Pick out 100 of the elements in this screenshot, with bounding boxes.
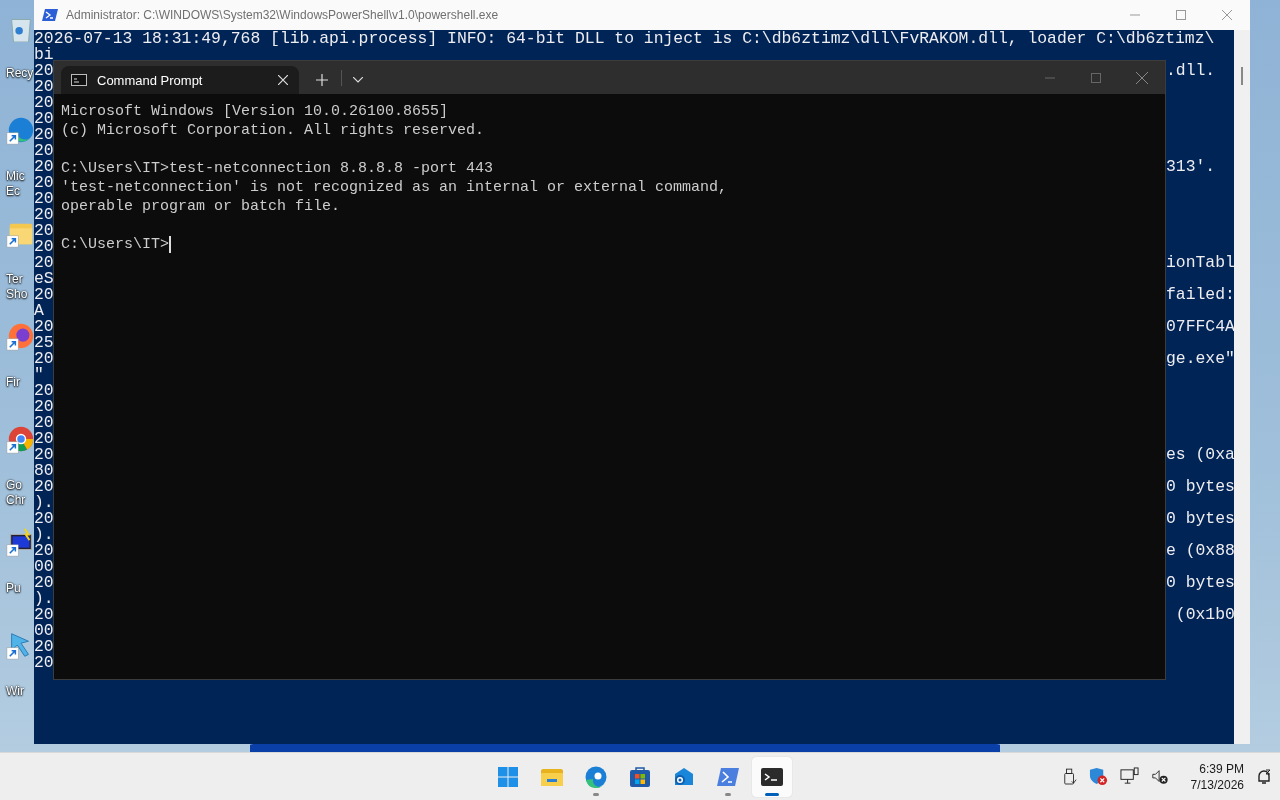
console-text: (0x1b0 xyxy=(1174,605,1235,624)
desktop-icon-label[interactable]: Ter xyxy=(6,272,23,287)
clock-time: 6:39 PM xyxy=(1199,760,1244,777)
console-text: 20 xyxy=(34,637,54,656)
close-icon xyxy=(1222,10,1232,20)
desktop-icon-label[interactable]: Pu xyxy=(6,581,21,596)
console-text: 20 xyxy=(34,349,54,368)
clock[interactable]: 6:39 PM 7/13/2026 xyxy=(1190,760,1244,793)
console-text: 80 xyxy=(34,461,54,480)
console-text: 20 xyxy=(34,173,54,192)
scrollbar[interactable] xyxy=(1234,30,1250,744)
console-text: failed: xyxy=(1166,285,1235,304)
console-text: ionTabl xyxy=(1166,253,1235,272)
console-text: A xyxy=(34,301,44,320)
desktop-icon-label[interactable]: Fir xyxy=(6,375,20,390)
usb-drive-icon[interactable] xyxy=(1062,767,1077,786)
console-text: 20 xyxy=(34,445,54,464)
network-icon[interactable] xyxy=(1119,767,1139,786)
desktop-icon-label[interactable]: Go xyxy=(6,478,22,493)
shield-icon[interactable] xyxy=(1088,767,1108,786)
console-text: 20 xyxy=(34,61,54,80)
console-text: 20 xyxy=(34,157,54,176)
window-title: Administrator: C:\WINDOWS\System32\WindowsPowerShell\v1.0\powershell.exe xyxy=(66,8,499,22)
console-text: .dll. xyxy=(1166,61,1216,80)
console-text: " xyxy=(34,365,44,384)
speaker-muted-icon[interactable] xyxy=(1150,767,1169,786)
console-text: 0 bytes xyxy=(1166,509,1235,528)
console-text: ge.exe" xyxy=(1166,349,1235,368)
console-text: 0 bytes xyxy=(1166,477,1235,496)
console-text: C:\Users\IT> xyxy=(61,235,170,254)
browser-icon[interactable] xyxy=(6,115,34,145)
console-text: 20 xyxy=(34,189,54,208)
command-prompt-icon xyxy=(71,74,87,86)
console-text: 20 xyxy=(34,653,54,672)
console-text: (c) Microsoft Corporation. All rights reserved. xyxy=(61,121,485,140)
close-icon xyxy=(278,75,288,85)
browser-icon[interactable] xyxy=(6,321,34,351)
desktop-icon-label[interactable]: Wir xyxy=(6,684,24,699)
console-text: 0 bytes xyxy=(1166,573,1235,592)
console-text: 20 xyxy=(34,429,54,448)
console-text: 20 xyxy=(34,397,54,416)
console-text: 2026-07-13 18:31:49,768 [lib.api.process] INFO: 64-bit DLL to inject is C:\db6ztimz\dll\FvRAKOM.dll, loader C:\db6ztimz\ xyxy=(34,31,1216,47)
text-cursor xyxy=(169,236,171,253)
console-text: 07FFC4A xyxy=(1166,317,1235,336)
console-text: 20 xyxy=(34,605,54,624)
store-icon xyxy=(628,764,652,789)
browser-icon[interactable] xyxy=(6,424,34,454)
powershell-icon xyxy=(42,7,58,23)
console-text: 20 xyxy=(34,477,54,496)
console-text: es (0xa xyxy=(1166,445,1235,464)
console-text: ). xyxy=(34,493,54,512)
console-text: 20 xyxy=(34,77,54,96)
desktop-icon-label[interactable]: Mic xyxy=(6,169,25,184)
console-text: 00 xyxy=(34,621,54,640)
plus-icon xyxy=(316,74,328,86)
console-text: 20 xyxy=(34,413,54,432)
close-tab-button[interactable] xyxy=(275,72,291,88)
maximize-icon xyxy=(1091,72,1101,83)
console-text: 20 xyxy=(34,381,54,400)
console-text: e (0x88 xyxy=(1166,541,1235,560)
desktop-icon-label[interactable]: Ec xyxy=(6,184,20,199)
console-text: 20 xyxy=(34,573,54,592)
console-text: 20 xyxy=(34,205,54,224)
scrollbar-thumb[interactable] xyxy=(1241,67,1243,85)
console-text: 20 xyxy=(34,285,54,304)
desktop-icon-label[interactable]: Recy xyxy=(6,66,34,81)
desktop-icon-label[interactable]: Chr xyxy=(6,493,26,508)
console-text: Microsoft Windows [Version 10.0.26100.8655] xyxy=(61,102,449,121)
console-text: 20 xyxy=(34,109,54,128)
start-icon xyxy=(496,764,520,789)
maximize-icon xyxy=(1176,10,1186,20)
notification-bell-icon[interactable] xyxy=(1256,768,1272,785)
console-text: eS xyxy=(34,269,54,288)
console-text: 20 xyxy=(34,541,54,560)
console-text: 25 xyxy=(34,333,54,352)
console-text: 20 xyxy=(34,125,54,144)
browser-icon xyxy=(584,764,608,789)
desktop-icon-label[interactable]: Sho xyxy=(6,287,28,302)
console-text: 20 xyxy=(34,253,54,272)
computer-icon[interactable] xyxy=(6,527,34,557)
console-text: 20 xyxy=(34,93,54,112)
console-text: ). xyxy=(34,589,54,608)
clock-date: 7/13/2026 xyxy=(1190,776,1244,793)
chevron-down-icon xyxy=(353,77,363,83)
tab-label: Command Prompt xyxy=(97,72,204,88)
close-icon xyxy=(1136,71,1148,84)
console-text: 20 xyxy=(34,221,54,240)
console-text: 20 xyxy=(34,237,54,256)
console-text: C:\Users\IT>test-netconnection 8.8.8.8 -port 443 xyxy=(61,159,494,178)
console-text: 313'. xyxy=(1166,157,1216,176)
taskbar-button[interactable] xyxy=(752,756,792,797)
console-text: 20 xyxy=(34,141,54,160)
console-text: operable program or batch file. xyxy=(61,197,341,216)
console-text: 20 xyxy=(34,509,54,528)
console-text: 00 xyxy=(34,557,54,576)
terminal-tab[interactable]: Command Prompt xyxy=(61,66,299,94)
console-text: 20 xyxy=(34,317,54,336)
console-text: bi xyxy=(34,45,54,64)
console-text: ). xyxy=(34,525,54,544)
console-text: 'test-netconnection' is not recognized as an internal or external command, xyxy=(61,178,728,197)
